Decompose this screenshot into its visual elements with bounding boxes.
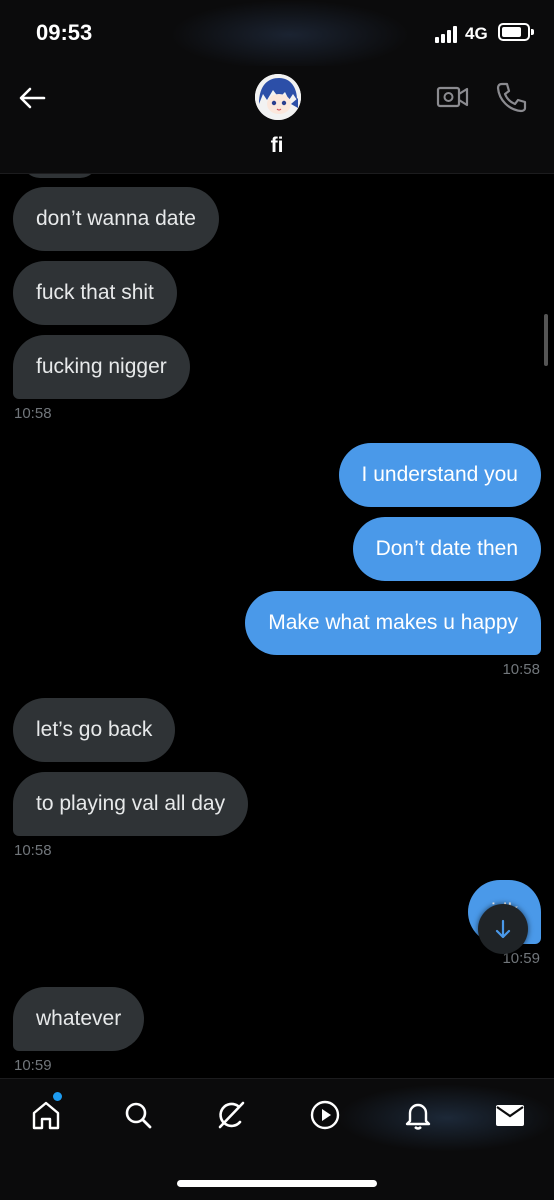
message-incoming[interactable]: let’s go back xyxy=(13,698,176,762)
nav-home[interactable] xyxy=(26,1095,66,1135)
message-incoming[interactable]: whatever xyxy=(13,987,145,1051)
message-incoming[interactable]: to playing val all day xyxy=(13,772,249,836)
nav-notifications[interactable] xyxy=(398,1095,438,1135)
nav-grok[interactable] xyxy=(211,1095,251,1135)
arrow-down-icon xyxy=(495,919,511,939)
mail-icon xyxy=(496,1105,524,1126)
conversation-header: fi xyxy=(0,66,554,174)
message-bubble-partial xyxy=(22,174,98,178)
notification-dot xyxy=(53,1092,62,1101)
status-bar-blur xyxy=(170,0,410,70)
voice-call-button[interactable] xyxy=(494,80,528,114)
battery-level xyxy=(502,27,521,37)
message-outgoing[interactable]: Make what makes u happy xyxy=(245,591,541,655)
video-call-button[interactable] xyxy=(436,82,470,112)
phone-icon xyxy=(496,82,527,113)
scroll-to-bottom-button[interactable] xyxy=(478,904,528,954)
message-timestamp: 10:58 xyxy=(14,405,52,422)
bell-icon xyxy=(405,1103,431,1130)
message-timestamp: 10:59 xyxy=(14,1057,52,1074)
message-outgoing[interactable]: Don’t date then xyxy=(352,517,541,581)
status-bar: 09:53 4G xyxy=(0,0,554,70)
message-thread[interactable]: don’t wanna date fuck that shit fucking … xyxy=(0,174,554,1078)
video-call-icon xyxy=(436,86,469,108)
arrow-left-icon xyxy=(19,87,46,109)
grok-icon xyxy=(218,1101,245,1129)
search-icon xyxy=(125,1102,152,1129)
network-type: 4G xyxy=(465,24,488,43)
scrollbar-thumb[interactable] xyxy=(544,314,548,366)
message-outgoing[interactable]: I understand you xyxy=(338,443,541,507)
contact-avatar[interactable] xyxy=(255,74,301,120)
message-incoming[interactable]: fuck that shit xyxy=(13,261,177,325)
video-play-icon xyxy=(310,1100,340,1130)
status-time: 09:53 xyxy=(36,20,93,45)
battery-icon xyxy=(498,23,534,41)
nav-messages[interactable] xyxy=(490,1095,530,1135)
signal-strength-icon xyxy=(435,25,461,43)
home-icon xyxy=(32,1101,60,1130)
message-incoming[interactable]: fucking nigger xyxy=(13,335,190,399)
contact-name[interactable]: fi xyxy=(0,134,554,158)
message-timestamp: 10:58 xyxy=(502,661,540,678)
message-incoming[interactable]: don’t wanna date xyxy=(13,187,219,251)
back-button[interactable] xyxy=(14,80,50,116)
message-timestamp: 10:58 xyxy=(14,842,52,859)
nav-search[interactable] xyxy=(118,1095,158,1135)
home-indicator[interactable] xyxy=(177,1180,377,1187)
avatar-image xyxy=(255,74,301,120)
nav-video[interactable] xyxy=(305,1095,345,1135)
